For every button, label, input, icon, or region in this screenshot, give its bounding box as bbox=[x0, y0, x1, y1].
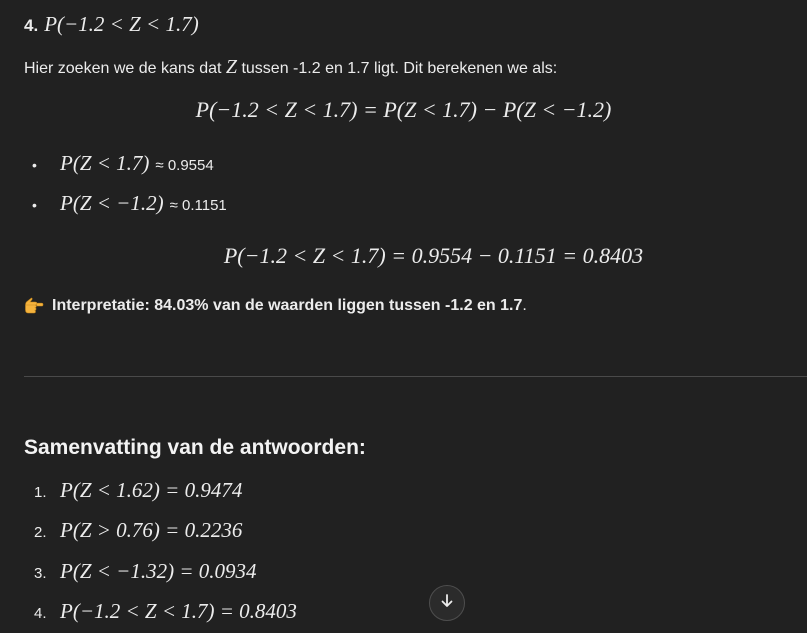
intro-paragraph: Hier zoeken we de kans dat Z tussen -1.2… bbox=[24, 56, 557, 79]
bullet-item: • P(Z < 1.7) ≈ 0.9554 bbox=[32, 151, 214, 176]
summary-heading: Samenvatting van de antwoorden: bbox=[24, 436, 366, 459]
divider bbox=[24, 376, 807, 377]
section-number: 4. bbox=[24, 16, 39, 35]
summary-item: 3. P(Z < −1.32) = 0.0934 bbox=[34, 559, 257, 584]
summary-item-number: 2. bbox=[34, 524, 47, 541]
summary-item: 2. P(Z > 0.76) = 0.2236 bbox=[34, 518, 242, 543]
summary-item: 1. P(Z < 1.62) = 0.9474 bbox=[34, 478, 242, 503]
interpretation-label: Interpretatie: bbox=[52, 297, 150, 314]
bullet-approx: ≈ 0.1151 bbox=[169, 197, 227, 214]
summary-item: 4. P(−1.2 < Z < 1.7) = 0.8403 bbox=[34, 599, 297, 624]
intro-text-before: Hier zoeken we de kans dat bbox=[24, 60, 226, 77]
intro-variable: Z bbox=[225, 56, 238, 78]
interpretation-line: Interpretatie: 84.03% van de waarden lig… bbox=[24, 296, 527, 316]
formula-result: P(−1.2 < Z < 1.7) = 0.9554 − 0.1151 = 0.… bbox=[223, 243, 644, 268]
bullet-math: P(Z < 1.7) bbox=[60, 151, 150, 175]
summary-item-math: P(−1.2 < Z < 1.7) = 0.8403 bbox=[60, 599, 297, 623]
bullet-math: P(Z < −1.2) bbox=[60, 191, 164, 215]
scroll-to-bottom-button[interactable] bbox=[429, 585, 465, 621]
summary-item-number: 4. bbox=[34, 605, 47, 622]
bullet-item: • P(Z < −1.2) ≈ 0.1151 bbox=[32, 191, 227, 216]
bullet-dot: • bbox=[32, 157, 37, 173]
summary-item-math: P(Z < −1.32) = 0.0934 bbox=[60, 559, 257, 583]
summary-item-math: P(Z < 1.62) = 0.9474 bbox=[60, 478, 243, 502]
interpretation-body: 84.03% van de waarden liggen tussen -1.2… bbox=[149, 297, 523, 314]
formula-main: P(−1.2 < Z < 1.7) = P(Z < 1.7) − P(Z < −… bbox=[195, 97, 612, 122]
interpretation-text: Interpretatie: 84.03% van de waarden lig… bbox=[52, 297, 527, 315]
section-title-math: P(−1.2 < Z < 1.7) bbox=[44, 12, 199, 36]
bullet-approx: ≈ 0.9554 bbox=[155, 157, 214, 174]
summary-item-number: 1. bbox=[34, 484, 47, 501]
summary-item-math: P(Z > 0.76) = 0.2236 bbox=[60, 518, 243, 542]
chat-response: 4. P(−1.2 < Z < 1.7) Hier zoeken we de k… bbox=[0, 0, 807, 633]
section-heading: 4. P(−1.2 < Z < 1.7) bbox=[24, 12, 199, 37]
interpretation-end: . bbox=[522, 297, 527, 314]
summary-item-number: 3. bbox=[34, 565, 47, 582]
bullet-dot: • bbox=[32, 197, 37, 213]
pointing-hand-icon bbox=[24, 296, 44, 316]
arrow-down-icon bbox=[439, 593, 455, 614]
intro-text-after: tussen -1.2 en 1.7 ligt. Dit berekenen w… bbox=[237, 60, 558, 77]
